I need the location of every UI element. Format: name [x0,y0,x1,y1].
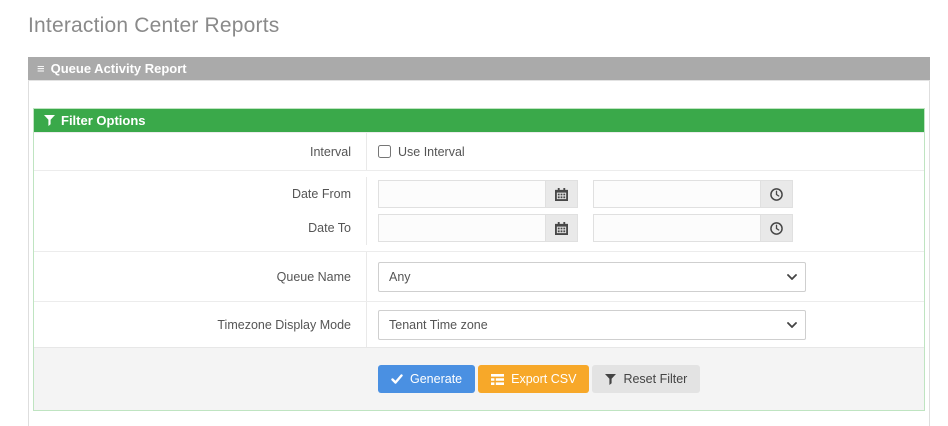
date-from-label: Date From [34,177,367,211]
page-title: Interaction Center Reports [28,14,948,38]
interval-label: Interval [34,133,367,170]
queue-name-select-wrap: Any [378,262,806,292]
queue-name-label: Queue Name [34,252,367,301]
check-icon [391,374,403,385]
date-from-line: Date From [34,177,924,211]
date-to-line: Date To [34,211,924,245]
calendar-icon [555,188,568,201]
filter-panel-header[interactable]: Filter Options [34,109,924,132]
date-to-label: Date To [34,211,367,245]
date-from-time-button[interactable] [760,180,793,208]
dates-row: Date From [34,170,924,251]
filter-panel: Filter Options Interval Use Interval Dat… [33,108,925,411]
date-from-calendar-button[interactable] [545,180,578,208]
date-from-time-group [593,180,793,208]
queue-name-select[interactable]: Any [378,262,806,292]
export-csv-button[interactable]: Export CSV [478,365,589,393]
table-list-icon [491,374,504,385]
filter-icon [44,115,55,126]
filter-icon [605,374,616,385]
use-interval-checkbox-input[interactable] [378,145,391,158]
report-widget: ≡ Queue Activity Report Filter Options I… [28,57,930,426]
report-widget-body: Filter Options Interval Use Interval Dat… [28,81,930,426]
date-to-time-button[interactable] [760,214,793,242]
date-to-date-group [378,214,578,242]
clock-icon [770,222,783,235]
date-to-calendar-button[interactable] [545,214,578,242]
clock-icon [770,188,783,201]
reset-filter-button-label: Reset Filter [623,372,687,386]
use-interval-checkbox-label: Use Interval [398,145,465,159]
date-to-time-input[interactable] [593,214,760,242]
generate-button-label: Generate [410,372,462,386]
date-from-time-input[interactable] [593,180,760,208]
report-widget-title: Queue Activity Report [51,61,187,76]
interval-row: Interval Use Interval [34,132,924,170]
queue-name-row: Queue Name Any [34,251,924,301]
timezone-select-wrap: Tenant Time zone [378,310,806,340]
date-to-time-group [593,214,793,242]
date-from-date-group [378,180,578,208]
calendar-icon [555,222,568,235]
timezone-select[interactable]: Tenant Time zone [378,310,806,340]
date-to-date-input[interactable] [378,214,545,242]
date-from-date-input[interactable] [378,180,545,208]
filter-footer: Generate Export CSV Reset Filter [34,347,924,410]
use-interval-checkbox[interactable]: Use Interval [378,145,465,159]
generate-button[interactable]: Generate [378,365,475,393]
filter-panel-title: Filter Options [61,113,146,128]
export-csv-button-label: Export CSV [511,372,576,386]
menu-icon: ≡ [37,61,45,76]
reset-filter-button[interactable]: Reset Filter [592,365,700,393]
timezone-label: Timezone Display Mode [34,302,367,347]
timezone-row: Timezone Display Mode Tenant Time zone [34,301,924,347]
report-widget-header[interactable]: ≡ Queue Activity Report [28,57,930,81]
